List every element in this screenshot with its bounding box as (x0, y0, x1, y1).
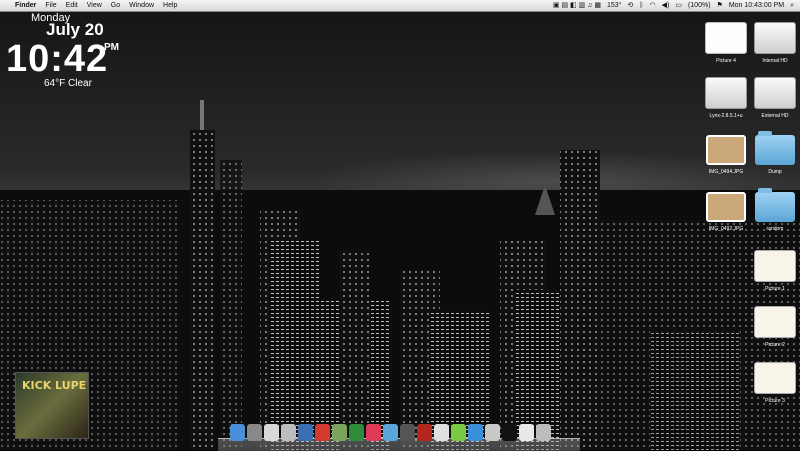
desktop-icon-external-hd[interactable]: External HD (750, 77, 800, 119)
clock-date: July 20 (46, 20, 104, 39)
desktop-icon-picture-2[interactable]: Picture 2 (750, 306, 800, 348)
desktop-icon-picture-4[interactable]: Picture 4 (701, 22, 751, 64)
green-circle-icon[interactable] (451, 424, 466, 441)
menu-edit[interactable]: Edit (66, 0, 78, 11)
system-preferences-icon[interactable] (247, 424, 262, 441)
image-file-icon (754, 362, 796, 394)
volume-icon[interactable]: ◀) (662, 0, 670, 11)
menu-view[interactable]: View (87, 0, 102, 11)
finder-icon[interactable] (230, 424, 245, 441)
folder-icon (755, 131, 795, 165)
clock-weather: 64°F Clear (44, 78, 92, 89)
desktop-icon-random[interactable]: random (750, 188, 800, 232)
menu-bar: Finder File Edit View Go Window Help ▣ ▤… (0, 0, 800, 12)
album-art-widget[interactable]: KICK LUPE (15, 372, 89, 439)
desktop-icon-label: IMG_0494.JPG (708, 169, 744, 175)
mail-icon[interactable] (485, 424, 500, 441)
menu-app-name[interactable]: Finder (15, 0, 36, 11)
bluetooth-icon[interactable]: ᛒ (639, 0, 643, 11)
city-skyline (0, 100, 800, 450)
trash-icon[interactable] (536, 424, 551, 441)
desktop-icon-picture-1[interactable]: Picture 1 (750, 250, 800, 292)
desktop-icon-label: Lynx-2.8.5.1+u (709, 113, 743, 119)
battery-percentage[interactable]: (100%) (688, 0, 711, 11)
desktop-icon-img-0494[interactable]: IMG_0494.JPG (701, 135, 751, 175)
photo-thumbnail-icon (706, 135, 746, 165)
red-icon[interactable] (417, 424, 432, 441)
itunes-icon[interactable] (468, 424, 483, 441)
desktop-icon-label: Picture 1 (765, 286, 785, 292)
hard-drive-icon (754, 77, 796, 109)
folder-icon (755, 188, 795, 222)
terminal-like-icon[interactable] (264, 424, 279, 441)
status-icons[interactable]: ▣ ▤ ◧ ▥ ♫ ▦ (553, 0, 601, 11)
desktop-icon-label: Picture 4 (716, 58, 736, 64)
desktop-icon-label: Internal HD (762, 58, 788, 64)
menu-go[interactable]: Go (111, 0, 120, 11)
battery-icon[interactable]: ▭ (675, 0, 682, 11)
image-file-icon (705, 22, 747, 54)
temperature-readout[interactable]: 153° (607, 0, 621, 11)
desktop-wallpaper (0, 0, 800, 450)
desktop-icon-dump[interactable]: Dump (750, 131, 800, 175)
heart-icon[interactable] (366, 424, 381, 441)
menu-file[interactable]: File (45, 0, 56, 11)
green-icon[interactable] (349, 424, 364, 441)
desktop-icon-label: Picture 3 (765, 398, 785, 404)
console-icon[interactable] (502, 424, 517, 441)
desktop-icon-label: Dump (768, 169, 782, 175)
desktop-icon-label: IMG_0492.JPG (708, 226, 744, 232)
desktop-icon-label: External HD (761, 113, 789, 119)
desktop-icon-lynx[interactable]: Lynx-2.8.5.1+u (701, 77, 751, 119)
photo-thumbnail-icon (706, 192, 746, 222)
menu-window[interactable]: Window (129, 0, 154, 11)
clock-ampm: PM (104, 42, 119, 53)
documents-icon[interactable] (519, 424, 534, 441)
alien-icon[interactable] (281, 424, 296, 441)
desktop-icon-picture-3[interactable]: Picture 3 (750, 362, 800, 404)
disk-image-icon (705, 77, 747, 109)
clock-time: 10:42 (6, 38, 109, 80)
wifi-icon[interactable]: ◠ (650, 0, 656, 11)
image-file-icon (754, 306, 796, 338)
menu-help[interactable]: Help (163, 0, 177, 11)
desktop-icon-internal-hd[interactable]: Internal HD (750, 22, 800, 64)
desktop-icon-label: random (766, 226, 784, 232)
calendar-icon[interactable] (315, 424, 330, 441)
dock-icons (230, 424, 551, 441)
timemachine-icon[interactable]: ⟲ (627, 0, 633, 11)
spotlight-icon[interactable]: ⌕ (790, 0, 794, 11)
menubar-clock[interactable]: Mon 10:43:00 PM (729, 0, 784, 11)
photo-icon[interactable] (332, 424, 347, 441)
gamepad-icon[interactable] (400, 424, 415, 441)
book-icon[interactable] (298, 424, 313, 441)
ball-icon[interactable] (434, 424, 449, 441)
album-art-text: KICK LUPE (22, 379, 87, 392)
dock (218, 420, 580, 451)
image-file-icon (754, 250, 796, 282)
desktop-icon-label: Picture 2 (765, 342, 785, 348)
desktop-icon-img-0492[interactable]: IMG_0492.JPG (701, 192, 751, 232)
fish-icon[interactable] (383, 424, 398, 441)
hard-drive-icon (754, 22, 796, 54)
flag-icon[interactable]: ⚑ (717, 0, 723, 11)
